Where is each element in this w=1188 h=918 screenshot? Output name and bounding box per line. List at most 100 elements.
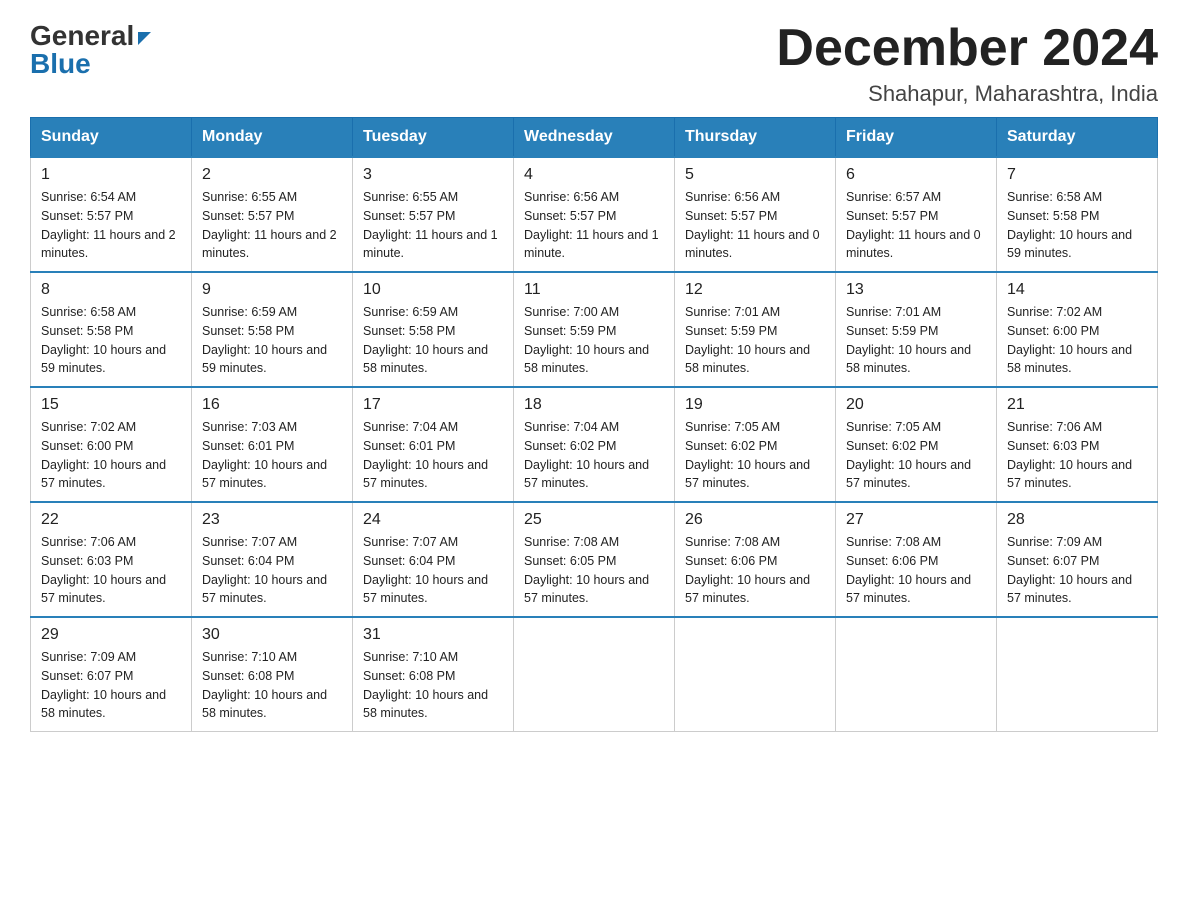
- day-info: Sunrise: 7:03 AMSunset: 6:01 PMDaylight:…: [202, 420, 327, 490]
- table-row: 1 Sunrise: 6:54 AMSunset: 5:57 PMDayligh…: [31, 157, 192, 272]
- day-info: Sunrise: 7:07 AMSunset: 6:04 PMDaylight:…: [202, 535, 327, 605]
- table-row: 2 Sunrise: 6:55 AMSunset: 5:57 PMDayligh…: [192, 157, 353, 272]
- table-row: 8 Sunrise: 6:58 AMSunset: 5:58 PMDayligh…: [31, 272, 192, 387]
- table-row: 9 Sunrise: 6:59 AMSunset: 5:58 PMDayligh…: [192, 272, 353, 387]
- table-row: 11 Sunrise: 7:00 AMSunset: 5:59 PMDaylig…: [514, 272, 675, 387]
- location-title: Shahapur, Maharashtra, India: [776, 81, 1158, 107]
- table-row: 14 Sunrise: 7:02 AMSunset: 6:00 PMDaylig…: [997, 272, 1158, 387]
- day-number: 17: [363, 396, 503, 414]
- logo-icon: General Blue: [30, 20, 151, 80]
- day-number: 3: [363, 166, 503, 184]
- month-title: December 2024: [776, 20, 1158, 77]
- calendar-week-row: 1 Sunrise: 6:54 AMSunset: 5:57 PMDayligh…: [31, 157, 1158, 272]
- day-info: Sunrise: 7:05 AMSunset: 6:02 PMDaylight:…: [846, 420, 971, 490]
- day-number: 9: [202, 281, 342, 299]
- day-info: Sunrise: 6:57 AMSunset: 5:57 PMDaylight:…: [846, 190, 981, 260]
- table-row: 18 Sunrise: 7:04 AMSunset: 6:02 PMDaylig…: [514, 387, 675, 502]
- day-number: 15: [41, 396, 181, 414]
- table-row: 6 Sunrise: 6:57 AMSunset: 5:57 PMDayligh…: [836, 157, 997, 272]
- day-info: Sunrise: 7:02 AMSunset: 6:00 PMDaylight:…: [41, 420, 166, 490]
- day-info: Sunrise: 6:54 AMSunset: 5:57 PMDaylight:…: [41, 190, 176, 260]
- table-row: 17 Sunrise: 7:04 AMSunset: 6:01 PMDaylig…: [353, 387, 514, 502]
- table-row: 28 Sunrise: 7:09 AMSunset: 6:07 PMDaylig…: [997, 502, 1158, 617]
- table-row: 5 Sunrise: 6:56 AMSunset: 5:57 PMDayligh…: [675, 157, 836, 272]
- day-info: Sunrise: 7:09 AMSunset: 6:07 PMDaylight:…: [1007, 535, 1132, 605]
- col-monday: Monday: [192, 118, 353, 158]
- day-number: 24: [363, 511, 503, 529]
- calendar-table: Sunday Monday Tuesday Wednesday Thursday…: [30, 117, 1158, 732]
- calendar-week-row: 15 Sunrise: 7:02 AMSunset: 6:00 PMDaylig…: [31, 387, 1158, 502]
- table-row: 21 Sunrise: 7:06 AMSunset: 6:03 PMDaylig…: [997, 387, 1158, 502]
- table-row: [514, 617, 675, 732]
- day-info: Sunrise: 7:05 AMSunset: 6:02 PMDaylight:…: [685, 420, 810, 490]
- table-row: 23 Sunrise: 7:07 AMSunset: 6:04 PMDaylig…: [192, 502, 353, 617]
- day-number: 5: [685, 166, 825, 184]
- day-number: 25: [524, 511, 664, 529]
- day-info: Sunrise: 7:04 AMSunset: 6:01 PMDaylight:…: [363, 420, 488, 490]
- day-number: 7: [1007, 166, 1147, 184]
- table-row: 7 Sunrise: 6:58 AMSunset: 5:58 PMDayligh…: [997, 157, 1158, 272]
- day-number: 14: [1007, 281, 1147, 299]
- table-row: [997, 617, 1158, 732]
- table-row: [836, 617, 997, 732]
- table-row: 30 Sunrise: 7:10 AMSunset: 6:08 PMDaylig…: [192, 617, 353, 732]
- day-number: 28: [1007, 511, 1147, 529]
- day-number: 23: [202, 511, 342, 529]
- col-tuesday: Tuesday: [353, 118, 514, 158]
- table-row: 3 Sunrise: 6:55 AMSunset: 5:57 PMDayligh…: [353, 157, 514, 272]
- calendar-header-row: Sunday Monday Tuesday Wednesday Thursday…: [31, 118, 1158, 158]
- day-info: Sunrise: 7:01 AMSunset: 5:59 PMDaylight:…: [685, 305, 810, 375]
- day-number: 12: [685, 281, 825, 299]
- table-row: 29 Sunrise: 7:09 AMSunset: 6:07 PMDaylig…: [31, 617, 192, 732]
- title-block: December 2024 Shahapur, Maharashtra, Ind…: [776, 20, 1158, 107]
- day-info: Sunrise: 6:58 AMSunset: 5:58 PMDaylight:…: [1007, 190, 1132, 260]
- day-number: 19: [685, 396, 825, 414]
- day-number: 8: [41, 281, 181, 299]
- day-number: 16: [202, 396, 342, 414]
- col-wednesday: Wednesday: [514, 118, 675, 158]
- calendar-week-row: 22 Sunrise: 7:06 AMSunset: 6:03 PMDaylig…: [31, 502, 1158, 617]
- calendar-week-row: 29 Sunrise: 7:09 AMSunset: 6:07 PMDaylig…: [31, 617, 1158, 732]
- day-number: 21: [1007, 396, 1147, 414]
- col-saturday: Saturday: [997, 118, 1158, 158]
- day-info: Sunrise: 7:10 AMSunset: 6:08 PMDaylight:…: [363, 650, 488, 720]
- day-number: 27: [846, 511, 986, 529]
- table-row: 26 Sunrise: 7:08 AMSunset: 6:06 PMDaylig…: [675, 502, 836, 617]
- day-number: 2: [202, 166, 342, 184]
- day-info: Sunrise: 7:00 AMSunset: 5:59 PMDaylight:…: [524, 305, 649, 375]
- day-number: 11: [524, 281, 664, 299]
- day-number: 1: [41, 166, 181, 184]
- col-sunday: Sunday: [31, 118, 192, 158]
- day-info: Sunrise: 6:55 AMSunset: 5:57 PMDaylight:…: [202, 190, 337, 260]
- day-number: 29: [41, 626, 181, 644]
- table-row: 19 Sunrise: 7:05 AMSunset: 6:02 PMDaylig…: [675, 387, 836, 502]
- day-number: 4: [524, 166, 664, 184]
- table-row: 10 Sunrise: 6:59 AMSunset: 5:58 PMDaylig…: [353, 272, 514, 387]
- day-info: Sunrise: 6:58 AMSunset: 5:58 PMDaylight:…: [41, 305, 166, 375]
- table-row: [675, 617, 836, 732]
- col-friday: Friday: [836, 118, 997, 158]
- col-thursday: Thursday: [675, 118, 836, 158]
- day-number: 30: [202, 626, 342, 644]
- table-row: 24 Sunrise: 7:07 AMSunset: 6:04 PMDaylig…: [353, 502, 514, 617]
- table-row: 25 Sunrise: 7:08 AMSunset: 6:05 PMDaylig…: [514, 502, 675, 617]
- day-info: Sunrise: 7:02 AMSunset: 6:00 PMDaylight:…: [1007, 305, 1132, 375]
- day-number: 31: [363, 626, 503, 644]
- day-info: Sunrise: 7:08 AMSunset: 6:06 PMDaylight:…: [685, 535, 810, 605]
- day-number: 18: [524, 396, 664, 414]
- day-info: Sunrise: 6:59 AMSunset: 5:58 PMDaylight:…: [202, 305, 327, 375]
- table-row: 4 Sunrise: 6:56 AMSunset: 5:57 PMDayligh…: [514, 157, 675, 272]
- day-info: Sunrise: 7:04 AMSunset: 6:02 PMDaylight:…: [524, 420, 649, 490]
- day-info: Sunrise: 7:01 AMSunset: 5:59 PMDaylight:…: [846, 305, 971, 375]
- day-info: Sunrise: 7:07 AMSunset: 6:04 PMDaylight:…: [363, 535, 488, 605]
- day-info: Sunrise: 7:10 AMSunset: 6:08 PMDaylight:…: [202, 650, 327, 720]
- day-number: 6: [846, 166, 986, 184]
- day-info: Sunrise: 7:08 AMSunset: 6:06 PMDaylight:…: [846, 535, 971, 605]
- table-row: 31 Sunrise: 7:10 AMSunset: 6:08 PMDaylig…: [353, 617, 514, 732]
- page-header: General Blue December 2024 Shahapur, Mah…: [30, 20, 1158, 107]
- table-row: 13 Sunrise: 7:01 AMSunset: 5:59 PMDaylig…: [836, 272, 997, 387]
- day-info: Sunrise: 7:06 AMSunset: 6:03 PMDaylight:…: [1007, 420, 1132, 490]
- day-info: Sunrise: 6:55 AMSunset: 5:57 PMDaylight:…: [363, 190, 498, 260]
- logo-blue-text: Blue: [30, 48, 91, 80]
- table-row: 16 Sunrise: 7:03 AMSunset: 6:01 PMDaylig…: [192, 387, 353, 502]
